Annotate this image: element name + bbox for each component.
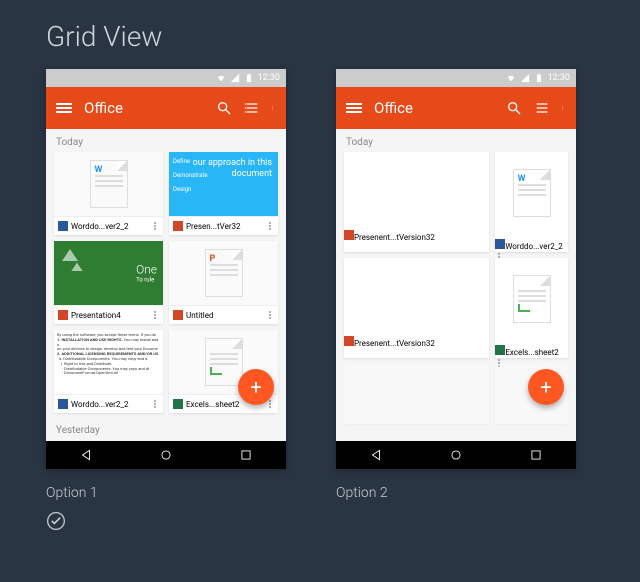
slide-title: On (466, 298, 483, 314)
status-time: 12:30 (548, 73, 570, 83)
nav-home-icon[interactable] (159, 448, 173, 462)
hamburger-icon[interactable] (56, 103, 72, 113)
fab-add-button[interactable]: + (238, 369, 274, 405)
option-2: 12:30 Office Today our approach in this … (336, 69, 576, 535)
file-card[interactable]: P Untitled (169, 241, 278, 324)
signal-icon (230, 73, 240, 83)
more-icon[interactable] (266, 400, 274, 408)
more-icon[interactable] (151, 222, 159, 230)
file-name: Worddo...ver2_2 (71, 222, 148, 231)
status-bar: 12:30 (46, 69, 286, 87)
option-1: 12:30 Office Today W Worddo...ver2_2 Def… (46, 69, 286, 535)
app-title: Office (84, 99, 204, 117)
content-area: Today W Worddo...ver2_2 DefineDemonstrat… (46, 129, 286, 441)
file-name: Presentation4 (71, 311, 148, 320)
option-label: Option 2 (336, 485, 576, 501)
signal-icon (520, 73, 530, 83)
search-icon[interactable] (506, 100, 522, 116)
wifi-icon (506, 73, 516, 83)
file-card[interactable]: By using the software, you accept these … (54, 330, 163, 413)
file-name: Untitled (186, 311, 263, 320)
page-title: Grid View (0, 0, 640, 69)
section-today: Today (46, 129, 286, 152)
more-icon[interactable] (344, 350, 352, 358)
file-card[interactable]: W Worddo...ver2_2 (495, 152, 568, 252)
file-name: Worddo...ver2_2 (505, 242, 562, 251)
nav-bar (46, 441, 286, 469)
phone-mockup-1: 12:30 Office Today W Worddo...ver2_2 Def… (46, 69, 286, 469)
file-card[interactable]: DefineDemonstrateDesign our approach in … (169, 152, 278, 235)
file-card[interactable]: Excels...sheet2 (495, 258, 568, 358)
slide-title: our approach in this document (169, 158, 272, 180)
nav-bar (336, 441, 576, 469)
nav-recent-icon[interactable] (239, 448, 253, 462)
wifi-icon (216, 73, 226, 83)
file-card[interactable]: W Worddo...ver2_2 (54, 152, 163, 235)
slide-title: One (136, 263, 157, 277)
overflow-icon[interactable] (562, 100, 566, 116)
app-bar: Office (336, 87, 576, 129)
list-view-icon[interactable] (534, 100, 550, 116)
file-name: Excels...sheet2 (505, 348, 558, 357)
file-card[interactable]: OnTo ru Presenent...tVersion32 (344, 258, 489, 358)
file-name: Worddo...ver2_2 (71, 400, 148, 409)
nav-back-icon[interactable] (369, 448, 383, 462)
option-label: Option 1 (46, 485, 286, 501)
battery-icon (534, 73, 544, 83)
nav-recent-icon[interactable] (529, 448, 543, 462)
file-card[interactable]: OneTo rule Presentation4 (54, 241, 163, 324)
section-yesterday: Yesterday (46, 417, 286, 440)
options-row: 12:30 Office Today W Worddo...ver2_2 Def… (0, 69, 640, 535)
app-bar: Office (46, 87, 286, 129)
file-name: Presenent...tVersion32 (354, 233, 435, 242)
file-card[interactable]: our approach in this document DefineDemo… (344, 152, 489, 252)
list-view-icon[interactable] (244, 100, 260, 116)
nav-home-icon[interactable] (449, 448, 463, 462)
more-icon[interactable] (344, 244, 352, 252)
status-time: 12:30 (258, 73, 280, 83)
app-title: Office (374, 99, 494, 117)
content-area: Today our approach in this document Defi… (336, 129, 576, 441)
hamburger-icon[interactable] (346, 103, 362, 113)
nav-back-icon[interactable] (79, 448, 93, 462)
search-icon[interactable] (216, 100, 232, 116)
battery-icon (244, 73, 254, 83)
phone-mockup-2: 12:30 Office Today our approach in this … (336, 69, 576, 469)
more-icon[interactable] (151, 400, 159, 408)
file-name: Presenent...tVersion32 (354, 339, 435, 348)
more-icon[interactable] (266, 222, 274, 230)
overflow-icon[interactable] (272, 100, 276, 116)
fab-add-button[interactable]: + (528, 369, 564, 405)
more-icon[interactable] (266, 311, 274, 319)
file-name: Presen...tVer32 (186, 222, 263, 231)
more-icon[interactable] (151, 311, 159, 319)
check-selected-icon[interactable] (46, 511, 66, 531)
section-today: Today (336, 129, 576, 152)
status-bar: 12:30 (336, 69, 576, 87)
